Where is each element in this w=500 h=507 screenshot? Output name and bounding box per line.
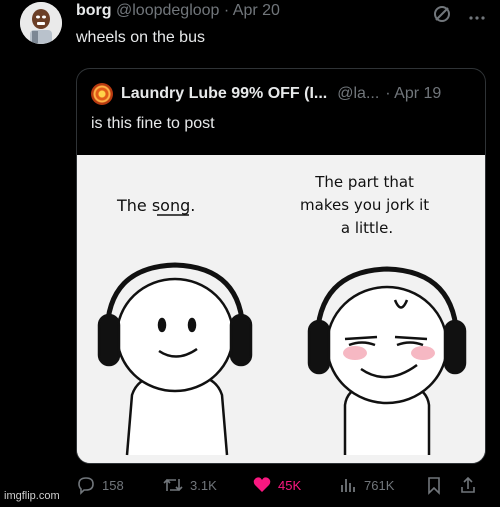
tweet-date[interactable]: · Apr 20 xyxy=(224,2,280,19)
comic-right-caption-line-3: a little. xyxy=(341,219,393,237)
heart-icon xyxy=(253,477,271,492)
bookmark-icon xyxy=(428,477,440,495)
views-icon xyxy=(341,479,355,492)
repost-count: 3.1K xyxy=(190,477,217,493)
reply-icon xyxy=(78,477,94,495)
like-count: 45K xyxy=(278,477,302,493)
more-icon[interactable] xyxy=(468,8,486,26)
author-name[interactable]: borg xyxy=(76,2,112,19)
like-button[interactable]: 45K xyxy=(252,475,301,495)
quote-header: Laundry Lube 99% OFF (I... @la... · Apr … xyxy=(91,83,441,105)
repost-button[interactable]: 3.1K xyxy=(162,475,217,495)
comic-right-caption-line-1: The part that xyxy=(314,173,414,191)
comic-right-caption-line-2: makes you jork it xyxy=(300,196,429,214)
comic-left-caption: The song. xyxy=(116,196,195,215)
tweet-top-actions xyxy=(432,4,486,29)
share-button[interactable] xyxy=(458,475,478,495)
quote-avatar[interactable] xyxy=(91,83,113,105)
quoted-tweet[interactable]: Laundry Lube 99% OFF (I... @la... · Apr … xyxy=(76,68,486,464)
quote-text: is this fine to post xyxy=(91,115,215,132)
quote-author-handle[interactable]: @la... xyxy=(337,85,379,103)
tweet-text: wheels on the bus xyxy=(76,29,205,46)
quote-date: · Apr 19 xyxy=(385,85,442,102)
comic-image[interactable]: The song. The part that makes you jork i… xyxy=(77,155,485,463)
watermark: imgflip.com xyxy=(4,490,60,502)
bookmark-button[interactable] xyxy=(424,475,444,495)
views-button[interactable]: 761K xyxy=(338,475,394,495)
tweet-header: borg @loopdegloop · Apr 20 xyxy=(76,2,280,20)
comic-illustration: The song. The part that makes you jork i… xyxy=(77,155,485,463)
avatar-image xyxy=(20,2,62,44)
reply-button[interactable]: 158 xyxy=(76,475,124,495)
views-count: 761K xyxy=(364,477,395,493)
grok-icon[interactable] xyxy=(432,4,452,29)
avatar[interactable] xyxy=(20,2,62,44)
author-handle[interactable]: @loopdegloop xyxy=(116,2,219,19)
reply-count: 158 xyxy=(102,477,124,493)
share-icon xyxy=(461,476,475,493)
repost-icon xyxy=(163,478,183,492)
action-bar: 158 3.1K 45K 761K xyxy=(76,475,486,499)
quote-author-name[interactable]: Laundry Lube 99% OFF (I... xyxy=(121,85,327,103)
